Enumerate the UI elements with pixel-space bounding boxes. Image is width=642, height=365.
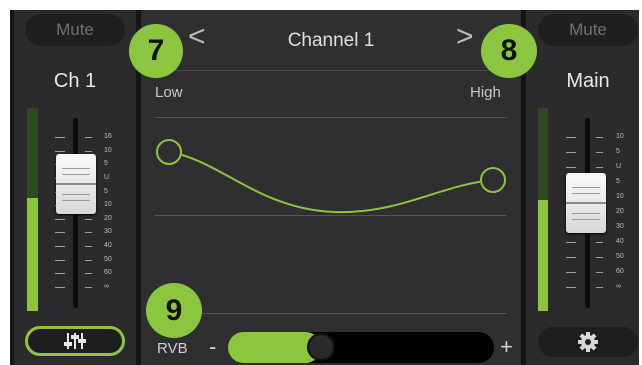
- scale-tick: [566, 167, 576, 168]
- scale-tick: [566, 287, 576, 288]
- settings-button[interactable]: [538, 327, 638, 357]
- scale-label: 40: [616, 238, 624, 245]
- scale-label: 30: [616, 223, 624, 230]
- reverb-slider-knob[interactable]: [307, 333, 335, 361]
- gear-icon: [578, 332, 598, 352]
- scale-label: 60: [616, 268, 624, 275]
- scale-label: 10: [616, 193, 624, 200]
- scale-tick: [566, 152, 576, 153]
- reverb-plus: +: [500, 334, 513, 359]
- scale-label: 10: [616, 133, 624, 140]
- reverb-label: RVB: [157, 340, 188, 357]
- scale-label: 50: [616, 253, 624, 260]
- callout-badge-7: 7: [129, 24, 183, 78]
- scale-tick: [566, 242, 576, 243]
- main-fader-knob[interactable]: [566, 173, 606, 233]
- eq-curve: [168, 151, 494, 214]
- scale-tick: [566, 257, 576, 258]
- scale-label: ∞: [616, 283, 621, 290]
- scale-tick: [596, 257, 603, 258]
- scale-label: 5: [616, 178, 620, 185]
- scale-label: U: [616, 163, 622, 170]
- main-mute-button[interactable]: Mute: [538, 14, 638, 46]
- scale-tick: [596, 137, 603, 138]
- callout-badge-9: 9: [146, 283, 202, 338]
- scale-tick: [596, 272, 603, 273]
- main-level-meter-fill: [538, 200, 548, 311]
- scale-tick: [596, 287, 603, 288]
- main-label: Main: [566, 70, 610, 92]
- callout-badge-8: 8: [481, 24, 537, 78]
- scale-tick: [596, 242, 603, 243]
- scale-tick: [596, 167, 603, 168]
- eq-high-handle[interactable]: [480, 167, 506, 193]
- scale-label: 5: [616, 148, 620, 155]
- reverb-minus: -: [209, 334, 217, 359]
- scale-tick: [566, 137, 576, 138]
- scale-tick: [596, 152, 603, 153]
- eq-low-handle[interactable]: [156, 139, 182, 165]
- scale-label: 20: [616, 208, 624, 215]
- scale-tick: [566, 272, 576, 273]
